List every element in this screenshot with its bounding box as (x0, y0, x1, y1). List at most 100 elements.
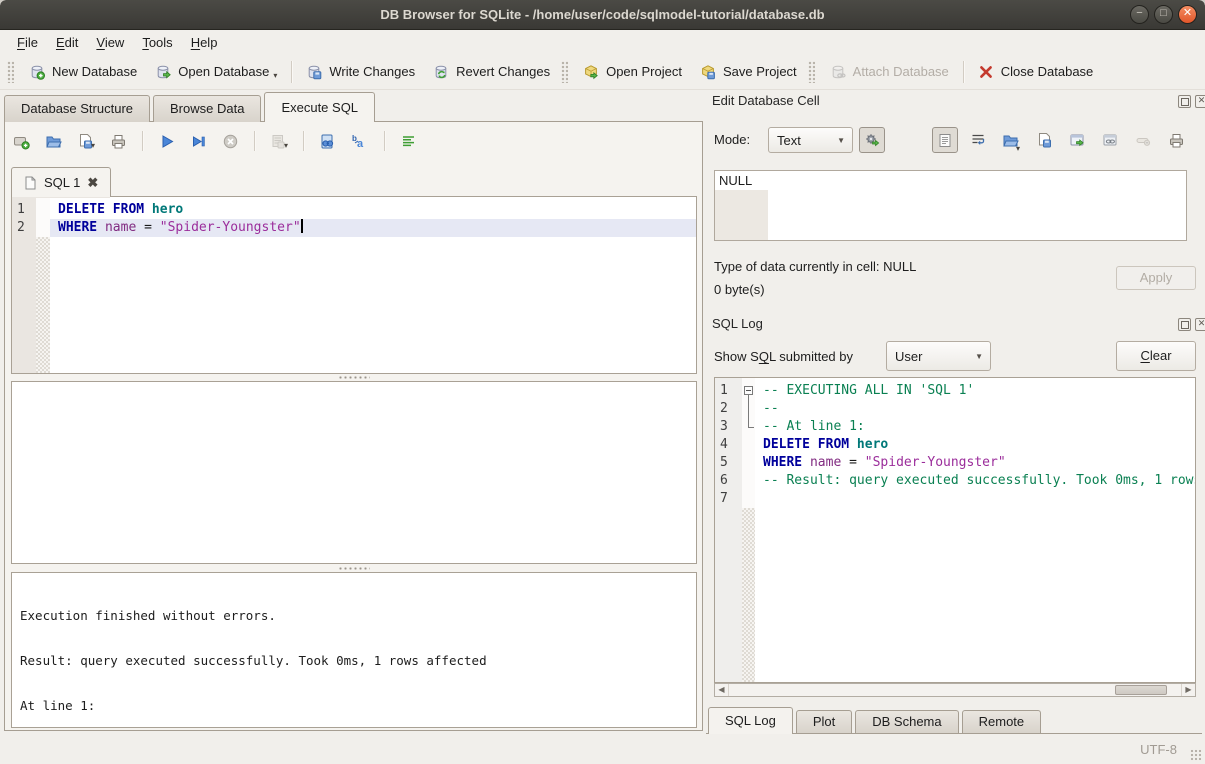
sql-log-dock-buttons (1178, 318, 1205, 331)
tab-remote[interactable]: Remote (962, 710, 1042, 733)
chevron-down-icon: ▼ (837, 136, 845, 145)
tab-db-schema[interactable]: DB Schema (855, 710, 958, 733)
set-null-icon (1130, 127, 1156, 153)
log-filter-select[interactable]: User ▼ (886, 341, 991, 371)
cell-value: NULL (719, 173, 752, 188)
find-icon[interactable] (319, 133, 336, 150)
window-title: DB Browser for SQLite - /home/user/code/… (0, 0, 1205, 30)
sql-editor[interactable]: 1 2 DELETE FROM hero WHERE name = "Spide… (11, 196, 697, 374)
open-database-icon (155, 64, 171, 80)
close-sql-tab-icon[interactable]: ✖ (87, 175, 98, 191)
open-project-button[interactable]: Open Project (574, 59, 691, 85)
sql-code-area[interactable]: DELETE FROM hero WHERE name = "Spider-Yo… (50, 197, 696, 373)
execute-current-line-icon[interactable] (190, 133, 207, 150)
tab-plot[interactable]: Plot (796, 710, 852, 733)
splitter-handle[interactable] (11, 374, 697, 380)
auto-switch-mode-button[interactable] (859, 127, 885, 153)
mode-select[interactable]: Text ▼ (768, 127, 853, 153)
format-sql-icon[interactable] (400, 133, 417, 150)
fold-marker (748, 395, 749, 427)
attach-database-icon (830, 64, 846, 80)
copy-link-icon[interactable] (1097, 127, 1123, 153)
splitter-handle[interactable] (11, 565, 697, 571)
cell-value-editor[interactable]: NULL (714, 170, 1187, 241)
chevron-down-icon: ▼ (975, 352, 983, 361)
log-filter-label: Show SQL submitted by (714, 349, 853, 364)
toolbar-separator (384, 131, 385, 151)
close-dock-icon[interactable] (1195, 318, 1205, 331)
execute-all-icon[interactable] (158, 133, 175, 150)
text-mode-button[interactable] (932, 127, 958, 153)
resize-grip[interactable] (1190, 749, 1202, 761)
titlebar[interactable]: DB Browser for SQLite - /home/user/code/… (0, 0, 1205, 30)
float-dock-icon[interactable] (1178, 318, 1191, 331)
log-line: -- EXECUTING ALL IN 'SQL 1' (755, 382, 1195, 400)
minimize-button[interactable]: − (1130, 5, 1149, 24)
log-horizontal-scrollbar[interactable]: ◀ ▶ (714, 683, 1196, 697)
close-database-button[interactable]: Close Database (969, 59, 1103, 85)
execute-sql-panel: ▾ ▾ ba SQL 1 ✖ 1 (4, 121, 703, 731)
fold-collapse-icon[interactable] (744, 386, 753, 395)
scroll-right-icon[interactable]: ▶ (1181, 684, 1195, 696)
execution-message-pane[interactable]: Execution finished without errors. Resul… (11, 572, 697, 728)
results-pane[interactable] (11, 381, 697, 564)
menu-edit[interactable]: Edit (47, 33, 87, 52)
write-changes-button[interactable]: Write Changes (297, 59, 424, 85)
find-replace-icon[interactable]: ba (351, 133, 369, 150)
menu-file[interactable]: File (8, 33, 47, 52)
toolbar-separator (142, 131, 143, 151)
svg-text:a: a (357, 138, 364, 150)
float-dock-icon[interactable] (1178, 95, 1191, 108)
sql-1-tab[interactable]: SQL 1 ✖ (11, 167, 111, 197)
code-line: DELETE FROM hero (50, 201, 696, 219)
new-database-button[interactable]: New Database (20, 59, 146, 85)
tab-browse-data[interactable]: Browse Data (153, 95, 261, 122)
revert-changes-button[interactable]: Revert Changes (424, 59, 559, 85)
clear-log-button[interactable]: Clear (1116, 341, 1196, 371)
main-toolbar: New Database Open Database ▾ Write Chang… (0, 54, 1205, 90)
encoding-indicator: UTF-8 (1140, 742, 1177, 757)
log-line: -- (755, 400, 1195, 418)
close-database-icon (978, 64, 994, 80)
print-icon[interactable] (110, 133, 127, 150)
app-window: DB Browser for SQLite - /home/user/code/… (0, 0, 1205, 764)
open-sql-file-icon[interactable] (45, 133, 62, 150)
open-database-dropdown-icon[interactable]: ▾ (273, 71, 277, 80)
open-database-button[interactable]: Open Database ▾ (146, 59, 286, 85)
toolbar-drag-handle[interactable] (7, 61, 14, 83)
log-line: WHERE name = "Spider-Youngster" (755, 454, 1195, 472)
menu-help[interactable]: Help (182, 33, 227, 52)
toolbar-drag-handle[interactable] (561, 61, 568, 83)
maximize-button[interactable]: □ (1154, 5, 1173, 24)
scrollbar-thumb[interactable] (1115, 685, 1167, 695)
export-text-icon[interactable] (1031, 127, 1057, 153)
import-text-icon[interactable]: ▾ (998, 127, 1024, 153)
save-project-icon (700, 64, 716, 80)
open-in-window-icon[interactable] (1064, 127, 1090, 153)
open-sql-tab-icon[interactable] (13, 133, 30, 150)
tab-execute-sql[interactable]: Execute SQL (264, 92, 375, 122)
sql-log-dock-title: SQL Log (712, 316, 763, 331)
tab-sql-log[interactable]: SQL Log (708, 707, 793, 733)
word-wrap-icon[interactable] (965, 127, 991, 153)
edit-cell-dock-buttons (1178, 95, 1205, 108)
log-line: -- Result: query executed successfully. … (755, 472, 1195, 490)
write-changes-icon (306, 64, 322, 80)
cell-size-info: 0 byte(s) (714, 282, 765, 297)
save-sql-dropdown-icon[interactable]: ▾ (91, 141, 95, 150)
scroll-left-icon[interactable]: ◀ (715, 684, 729, 696)
save-results-icon: ▾ (270, 133, 288, 150)
toolbar-drag-handle[interactable] (808, 61, 815, 83)
print-cell-icon[interactable] (1163, 127, 1189, 153)
import-dropdown-icon[interactable]: ▾ (1016, 144, 1020, 153)
save-project-button[interactable]: Save Project (691, 59, 806, 85)
close-dock-icon[interactable] (1195, 95, 1205, 108)
log-code-area[interactable]: -- EXECUTING ALL IN 'SQL 1' -- -- At lin… (755, 378, 1195, 682)
tab-database-structure[interactable]: Database Structure (4, 95, 150, 122)
sql-log-viewer[interactable]: 1 2 3 4 5 6 7 -- EXECUTING ALL IN 'SQL 1… (714, 377, 1196, 683)
menu-view[interactable]: View (87, 33, 133, 52)
save-sql-file-icon[interactable]: ▾ (77, 133, 95, 150)
close-button[interactable]: ✕ (1178, 5, 1197, 24)
menu-tools[interactable]: Tools (133, 33, 181, 52)
edit-cell-toolbar: ▾ (932, 127, 1189, 153)
